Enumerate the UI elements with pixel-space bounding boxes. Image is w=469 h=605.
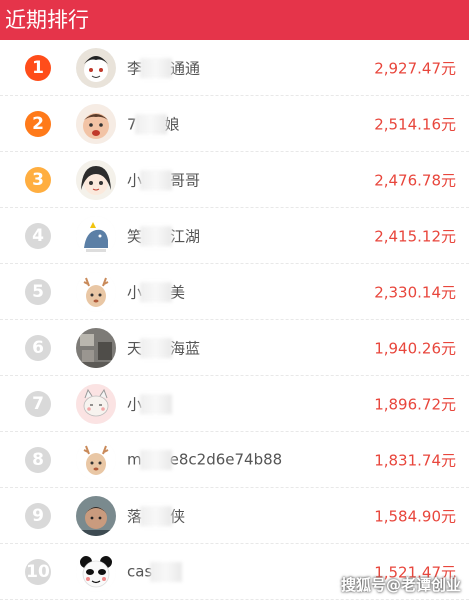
avatar[interactable]	[76, 271, 116, 312]
name-mosaic	[150, 561, 183, 582]
name-visible-end: 江湖	[170, 226, 201, 245]
rank-badge: 6	[25, 334, 51, 361]
amount-value: 2,514.16元	[374, 115, 456, 133]
avatar[interactable]	[76, 327, 116, 368]
name-mosaic	[134, 114, 167, 135]
avatar[interactable]	[76, 103, 116, 144]
user-name: 天海蓝	[127, 337, 200, 359]
name-mosaic	[140, 170, 173, 191]
rank-badge: 2	[25, 110, 51, 137]
rank-badge: 1	[25, 54, 51, 81]
amount-value: 1,896.72元	[374, 395, 456, 413]
amount-value: 2,415.12元	[374, 227, 456, 245]
rank-badge: 8	[25, 446, 51, 473]
dinosaur-avatar-icon	[76, 215, 116, 256]
room-photo-avatar-icon	[76, 327, 116, 368]
deer-cartoon-avatar-icon	[76, 271, 116, 312]
user-name: 李通通	[127, 57, 200, 79]
baby-photo-avatar-icon	[76, 103, 116, 144]
list-item[interactable]: 8 m e8c2d6e74b88 1,831.74元	[0, 432, 469, 488]
list-item[interactable]: 9 落侠 1,584.90元	[0, 488, 469, 544]
avatar[interactable]	[76, 551, 116, 592]
list-item[interactable]: 3 小哥哥 2,476.78元	[0, 152, 469, 208]
rank-badge: 7	[25, 390, 51, 417]
amount-value: 2,476.78元	[374, 171, 456, 189]
avatar[interactable]	[76, 439, 116, 480]
name-visible-end: 美	[170, 282, 186, 301]
list-item[interactable]: 6 天海蓝 1,940.26元	[0, 320, 469, 376]
name-mosaic	[140, 226, 173, 247]
amount-value: 1,584.90元	[374, 507, 456, 525]
name-mosaic	[139, 449, 172, 470]
amount-value: 2,330.14元	[374, 283, 456, 301]
rank-badge: 9	[25, 502, 51, 529]
amount-value: 1,831.74元	[374, 451, 456, 469]
deer-cartoon-avatar-icon	[76, 439, 116, 480]
name-visible-end: 侠	[170, 506, 186, 525]
rank-badge: 3	[25, 166, 51, 193]
cartoon-face-avatar-icon	[76, 47, 116, 88]
avatar[interactable]	[76, 215, 116, 256]
avatar[interactable]	[76, 495, 116, 536]
page-title: 近期排行	[0, 0, 469, 40]
list-item[interactable]: 1 李通通 2,927.47元	[0, 40, 469, 96]
name-visible-end: 娘	[164, 114, 180, 133]
man-photo-avatar-icon	[76, 495, 116, 536]
user-name: cas	[127, 561, 183, 582]
user-name: m e8c2d6e74b88	[127, 449, 283, 470]
user-name: 笑江湖	[127, 225, 200, 247]
name-mosaic	[140, 506, 173, 527]
user-name: 小	[127, 393, 173, 415]
name-mosaic	[140, 282, 173, 303]
watermark: 搜狐号@老谭创业	[340, 576, 461, 594]
list-item[interactable]: 7 小 1,896.72元	[0, 376, 469, 432]
rank-badge: 5	[25, 278, 51, 305]
name-visible-end: 海蓝	[170, 338, 201, 357]
avatar[interactable]	[76, 47, 116, 88]
list-item[interactable]: 4 笑江湖 2,415.12元	[0, 208, 469, 264]
user-name: 小哥哥	[127, 169, 200, 191]
name-visible-end: e8c2d6e74b88	[169, 450, 283, 468]
amount-value: 2,927.47元	[374, 59, 456, 77]
anime-girl-avatar-icon	[76, 159, 116, 200]
name-visible-start: cas	[127, 562, 153, 580]
panda-meme-avatar-icon	[76, 551, 116, 592]
name-mosaic	[140, 394, 173, 415]
user-name: 落侠	[127, 505, 185, 527]
name-visible-end: 通通	[170, 58, 201, 77]
cat-cartoon-avatar-icon	[76, 383, 116, 424]
name-mosaic	[140, 338, 173, 359]
user-name: 小美	[127, 281, 185, 303]
rank-badge: 10	[25, 558, 51, 585]
list-item[interactable]: 2 7娘 2,514.16元	[0, 96, 469, 152]
rank-badge: 4	[25, 222, 51, 249]
avatar[interactable]	[76, 383, 116, 424]
name-visible-end: 哥哥	[170, 170, 201, 189]
user-name: 7娘	[127, 113, 180, 135]
name-mosaic	[140, 58, 173, 79]
amount-value: 1,940.26元	[374, 339, 456, 357]
ranking-list: 1 李通通 2,927.47元 2 7 娘 2,514.16元 3 小 哥哥 2…	[0, 40, 469, 600]
list-item[interactable]: 5 小美 2,330.14元	[0, 264, 469, 320]
avatar[interactable]	[76, 159, 116, 200]
